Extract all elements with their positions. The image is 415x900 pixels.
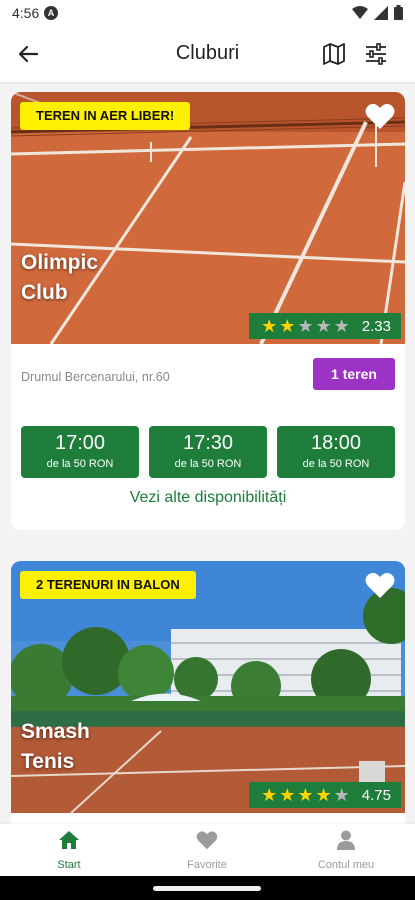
slot-price: de la 50 RON xyxy=(302,458,370,470)
heart-icon xyxy=(196,831,218,850)
account-icon xyxy=(337,830,355,850)
star-icon: ★ xyxy=(261,785,278,805)
nav-item-favorite[interactable]: Favorite xyxy=(138,830,276,871)
star-icon: ★ xyxy=(261,316,278,336)
nav-label: Contul meu xyxy=(317,859,375,871)
star-icon: ★ xyxy=(279,785,296,805)
slot-time: 17:00 xyxy=(54,432,106,454)
favorite-heart-icon[interactable] xyxy=(365,102,395,130)
time-slot-button[interactable]: 17:30 de la 50 RON xyxy=(149,426,267,478)
nav-item-account[interactable]: Contul meu xyxy=(277,830,415,871)
club-name-line2: Club xyxy=(21,281,68,304)
home-gesture-pill[interactable] xyxy=(153,886,261,891)
nav-item-start[interactable]: Start xyxy=(0,830,138,871)
club-badge: 2 TERENURI IN BALON xyxy=(20,571,196,599)
star-icon: ★ xyxy=(279,316,296,336)
rating-value: 4.75 xyxy=(361,786,391,804)
home-icon xyxy=(59,831,79,849)
status-icons xyxy=(352,5,403,20)
app-bar: Cluburi xyxy=(0,26,415,82)
star-icon: ★ xyxy=(315,316,332,336)
club-name-line1: Olimpic xyxy=(21,251,99,274)
time-slot-button[interactable]: 18:00 de la 50 RON xyxy=(277,426,395,478)
slot-price: de la 50 RON xyxy=(46,458,114,470)
star-icon: ★ xyxy=(315,785,332,805)
courts-count-badge: 1 teren xyxy=(313,358,395,390)
star-icon: ★ xyxy=(333,316,350,336)
star-icon: ★ xyxy=(297,785,314,805)
time-slot-button[interactable]: 17:00 de la 50 RON xyxy=(21,426,139,478)
bottom-nav: Start Favorite Contul meu xyxy=(0,824,415,876)
clubs-list[interactable]: TEREN IN AER LIBER! Olimpic Club ★ ★ ★ ★… xyxy=(0,84,415,824)
status-time: 4:56 xyxy=(12,5,40,21)
map-icon[interactable] xyxy=(320,40,348,68)
rating-box: ★ ★ ★ ★ ★ 4.75 xyxy=(249,782,401,808)
favorite-heart-icon[interactable] xyxy=(365,571,395,599)
battery-icon xyxy=(394,5,403,20)
club-name-line2: Tenis xyxy=(21,750,75,773)
status-bar: 4:56 A xyxy=(0,0,415,26)
club-name: Smash Tenis xyxy=(21,717,221,777)
slot-time: 17:30 xyxy=(182,432,234,454)
notification-app-icon: A xyxy=(44,6,58,20)
club-name-line1: Smash xyxy=(21,720,90,743)
nav-label: Favorite xyxy=(187,859,227,871)
slot-price: de la 50 RON xyxy=(174,458,242,470)
star-icon: ★ xyxy=(297,316,314,336)
star-icon: ★ xyxy=(333,785,350,805)
club-card[interactable]: TEREN IN AER LIBER! Olimpic Club ★ ★ ★ ★… xyxy=(11,92,405,530)
wifi-icon xyxy=(352,5,368,19)
club-badge: TEREN IN AER LIBER! xyxy=(20,102,191,130)
rating-box: ★ ★ ★ ★ ★ 2.33 xyxy=(249,313,401,339)
filter-icon[interactable] xyxy=(362,40,390,68)
signal-icon xyxy=(374,5,388,20)
rating-value: 2.33 xyxy=(361,317,391,335)
club-card[interactable]: 2 TERENURI IN BALON Smash Tenis ★ ★ ★ ★ … xyxy=(11,561,405,824)
slot-time: 18:00 xyxy=(310,432,362,454)
page-title: Cluburi xyxy=(175,42,240,64)
club-address: Drumul Bercenarului, nr.60 xyxy=(21,370,170,384)
system-nav-bar xyxy=(0,876,415,900)
more-availability-link[interactable]: Vezi alte disponibilități xyxy=(11,489,405,507)
nav-label: Start xyxy=(57,859,81,871)
club-name: Olimpic Club xyxy=(21,248,221,308)
